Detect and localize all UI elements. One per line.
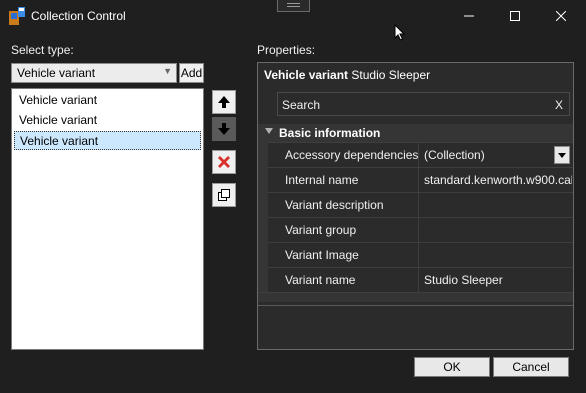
- arrow-up-icon: [218, 96, 230, 108]
- collapse-triangle-icon[interactable]: [265, 128, 273, 134]
- property-row-variant-image[interactable]: Variant Image: [268, 242, 573, 268]
- type-dropdown[interactable]: Vehicle variant ▼: [11, 63, 177, 83]
- title-bar[interactable]: Collection Control: [0, 0, 586, 32]
- property-row-variant-description[interactable]: Variant description: [268, 192, 573, 218]
- list-item[interactable]: Vehicle variant: [14, 91, 201, 110]
- column-divider: [418, 268, 419, 293]
- red-x-icon: [218, 156, 230, 168]
- chevron-down-icon: ▼: [163, 66, 172, 76]
- clone-button[interactable]: [212, 183, 236, 207]
- minimize-button[interactable]: [446, 0, 492, 32]
- property-name: Variant group: [285, 223, 357, 237]
- property-description-pane: [258, 305, 573, 349]
- maximize-icon: [510, 11, 520, 21]
- property-name: Accessory dependencies: [285, 148, 419, 162]
- type-dropdown-value: Vehicle variant: [17, 66, 96, 80]
- list-item[interactable]: Vehicle variant: [14, 111, 201, 130]
- close-button[interactable]: [538, 0, 584, 32]
- drag-grip[interactable]: [277, 0, 310, 12]
- property-grid[interactable]: Vehicle variant Studio Sleeper Search X …: [257, 62, 574, 350]
- search-clear-button[interactable]: X: [555, 98, 563, 112]
- category-label: Basic information: [279, 126, 381, 140]
- property-row-variant-group[interactable]: Variant group: [268, 217, 573, 243]
- minimize-icon: [464, 15, 474, 17]
- column-divider: [418, 218, 419, 243]
- chevron-down-icon[interactable]: [554, 146, 570, 164]
- property-value[interactable]: (Collection): [424, 148, 572, 162]
- property-row-accessory-dependencies[interactable]: Accessory dependencies (Collection): [268, 142, 573, 168]
- column-divider: [418, 193, 419, 218]
- window-title: Collection Control: [31, 9, 126, 23]
- arrow-down-icon: [218, 123, 230, 135]
- move-down-button[interactable]: [212, 117, 236, 141]
- search-input[interactable]: Search X: [277, 92, 570, 116]
- app-icon: [9, 7, 25, 25]
- search-placeholder: Search: [282, 98, 321, 112]
- grid-gutter: [258, 142, 268, 292]
- property-name: Variant Image: [285, 248, 359, 262]
- category-basic-information[interactable]: Basic information: [258, 124, 573, 142]
- column-divider: [418, 143, 419, 168]
- selected-object-type: Vehicle variant: [264, 68, 349, 82]
- horizontal-scrollbar[interactable]: [258, 292, 573, 302]
- mouse-cursor-icon: [394, 24, 406, 41]
- properties-label: Properties:: [257, 43, 316, 57]
- add-button[interactable]: Add: [179, 63, 204, 83]
- remove-button[interactable]: [212, 150, 236, 174]
- copy-icon: [218, 189, 230, 201]
- property-name: Variant description: [285, 198, 384, 212]
- property-value[interactable]: Studio Sleeper: [424, 273, 572, 287]
- property-grid-header: Vehicle variant Studio Sleeper: [264, 68, 430, 82]
- property-name: Variant name: [285, 273, 356, 287]
- property-value[interactable]: standard.kenworth.w900.cal: [424, 173, 572, 187]
- items-listbox[interactable]: Vehicle variant Vehicle variant Vehicle …: [11, 88, 204, 350]
- close-icon: [555, 10, 567, 22]
- property-row-internal-name[interactable]: Internal name standard.kenworth.w900.cal: [268, 167, 573, 193]
- selected-object-name: Studio Sleeper: [351, 68, 431, 82]
- move-up-button[interactable]: [212, 90, 236, 114]
- list-item-selected[interactable]: Vehicle variant: [14, 131, 201, 150]
- ok-button[interactable]: OK: [414, 357, 490, 377]
- property-name: Internal name: [285, 173, 359, 187]
- cancel-button[interactable]: Cancel: [493, 357, 569, 377]
- select-type-label: Select type:: [11, 43, 74, 57]
- property-row-variant-name[interactable]: Variant name Studio Sleeper: [268, 267, 573, 293]
- column-divider: [418, 168, 419, 193]
- column-divider: [418, 243, 419, 268]
- maximize-button[interactable]: [492, 0, 538, 32]
